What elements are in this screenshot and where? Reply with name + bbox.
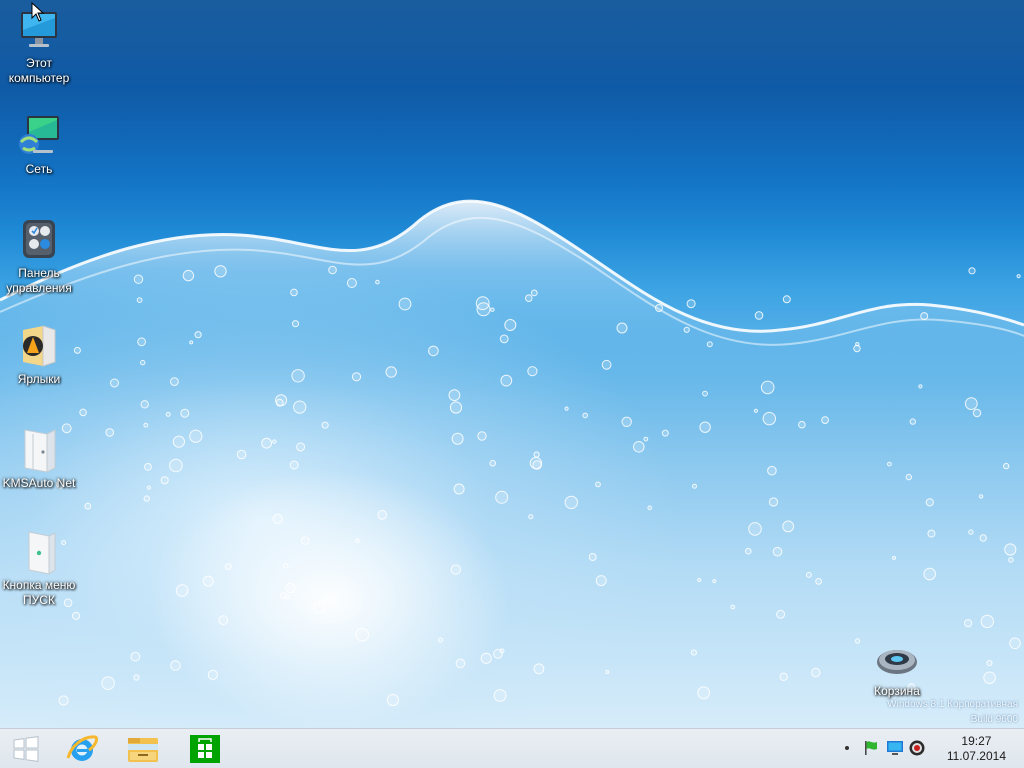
folder-icon — [15, 426, 63, 474]
notification-area: 19:27 11.07.2014 — [824, 729, 1024, 768]
start-button[interactable] — [0, 729, 52, 768]
show-hidden-icons-button[interactable] — [838, 739, 856, 757]
volume-icon — [909, 740, 925, 756]
show-hidden-icon — [845, 746, 849, 750]
action-center-button[interactable] — [862, 739, 880, 757]
taskbar-file-explorer[interactable] — [113, 729, 173, 768]
clock-date: 11.07.2014 — [946, 749, 1006, 763]
desktop-icon-label: Этот компьютер — [8, 56, 70, 85]
internet-explorer-icon — [66, 734, 99, 761]
desktop-icon-kmsauto[interactable]: KMSAuto Net — [0, 426, 78, 491]
control-panel-icon — [15, 216, 63, 264]
watermark-edition: Windows 8.1 Корпоративная — [887, 699, 1018, 710]
desktop-background: Этот компьютер Сеть Панель управления Яр… — [0, 0, 1024, 728]
network-icon — [15, 112, 63, 160]
volume-tray-button[interactable] — [908, 739, 926, 757]
watermark-build: Build 9600 — [970, 714, 1018, 725]
mouse-cursor-icon — [31, 2, 45, 22]
windows-build-watermark: Windows 8.1 Корпоративная Build 9600 — [887, 697, 1018, 727]
desktop-icon-label: Сеть — [25, 162, 53, 176]
desktop-icon-label: Панель управления — [6, 266, 72, 295]
recycle-bin-icon — [873, 638, 921, 682]
windows-logo-icon — [13, 735, 39, 762]
taskbar-clock[interactable]: 19:27 11.07.2014 — [947, 734, 1006, 764]
desktop-icon-network[interactable]: Сеть — [0, 112, 78, 177]
wallpaper-water-wave — [0, 199, 1024, 400]
network-tray-button[interactable] — [886, 739, 904, 757]
wallpaper-bubbles — [55, 265, 1021, 707]
desktop-icon-label: Ярлыки — [17, 372, 61, 386]
network-monitor-icon — [887, 741, 903, 755]
clock-time: 19:27 — [961, 734, 992, 748]
taskbar-internet-explorer[interactable] — [52, 729, 112, 768]
desktop-icon-start-menu-button[interactable]: Кнопка меню ПУСК — [0, 528, 78, 608]
desktop-icon-control-panel[interactable]: Панель управления — [0, 216, 78, 296]
folder-icon — [15, 528, 63, 576]
desktop-icon-recycle-bin[interactable]: Корзина — [858, 638, 936, 699]
taskbar-windows-store[interactable] — [175, 729, 235, 768]
desktop-icon-shortcuts[interactable]: Ярлыки — [0, 322, 78, 387]
windows-store-icon — [190, 734, 220, 763]
desktop-icon-label: Кнопка меню ПУСК — [2, 578, 76, 607]
shortcuts-folder-icon — [15, 322, 63, 370]
file-explorer-icon — [128, 737, 158, 762]
desktop-icon-label: KMSAuto Net — [2, 476, 76, 490]
action-center-flag-icon — [865, 741, 877, 755]
taskbar: 19:27 11.07.2014 — [0, 728, 1024, 768]
